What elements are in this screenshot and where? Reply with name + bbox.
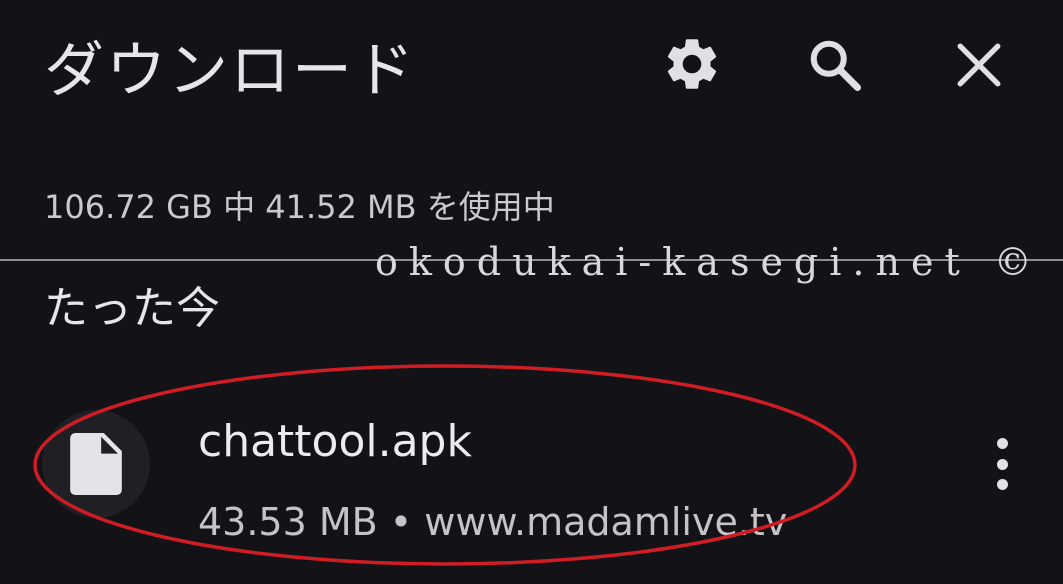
page-title: ダウンロード — [44, 36, 416, 106]
close-icon — [957, 43, 1001, 87]
settings-icon — [667, 39, 717, 89]
search-button[interactable] — [800, 30, 870, 100]
section-header-just-now: たった今 — [44, 283, 220, 334]
more-vert-dot — [996, 479, 1008, 490]
file-list-item[interactable]: chattool.apk 43.53 MB • www.madamlive.tv — [0, 390, 1063, 560]
close-button[interactable] — [944, 30, 1014, 100]
file-meta: 43.53 MB • www.madamlive.tv — [198, 500, 788, 544]
storage-usage-text: 106.72 GB 中 41.52 MB を使用中 — [44, 188, 555, 226]
more-options-button[interactable] — [976, 432, 1028, 496]
file-name: chattool.apk — [198, 416, 472, 467]
more-vert-icon — [996, 438, 1008, 449]
search-icon — [810, 40, 861, 91]
file-thumbnail — [42, 410, 150, 518]
more-vert-dot — [996, 458, 1008, 470]
document-icon — [70, 433, 122, 495]
settings-button[interactable] — [656, 28, 728, 100]
watermark-text: okodukai-kasegi.net © — [375, 240, 1043, 284]
